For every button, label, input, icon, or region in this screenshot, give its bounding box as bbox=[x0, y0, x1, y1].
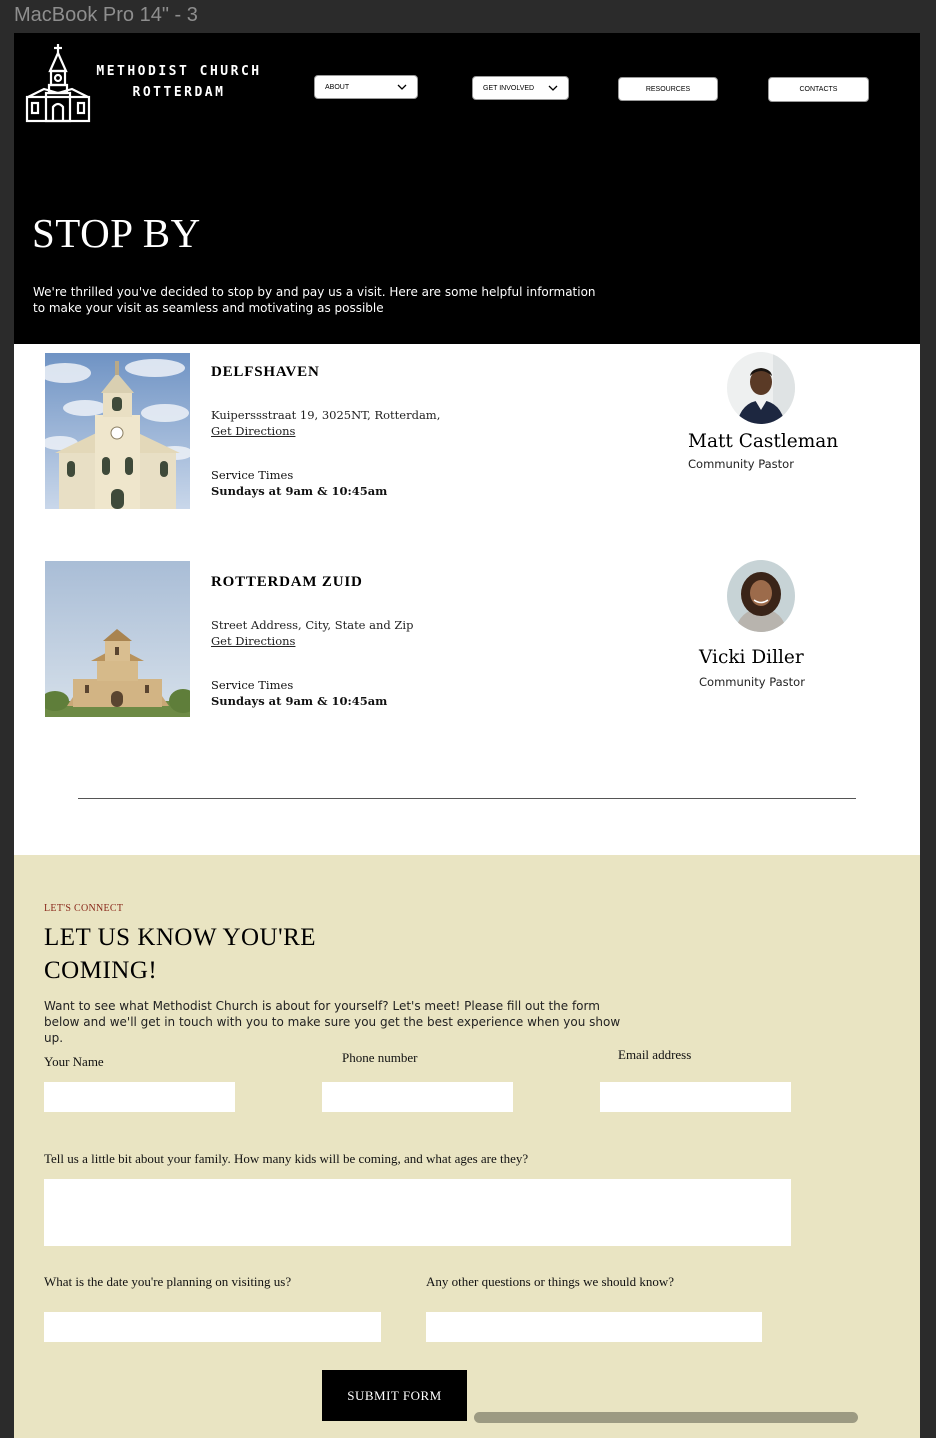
pastor-name: Matt Castleman bbox=[688, 431, 839, 452]
brand-line-1: METHODIST CHURCH bbox=[96, 64, 262, 79]
nav-about-label: ABOUT bbox=[325, 83, 350, 91]
section-description: Want to see what Methodist Church is abo… bbox=[44, 999, 621, 1045]
page-title: STOP BY bbox=[32, 210, 201, 256]
nav-get-involved-dropdown[interactable]: GET INVOLVED bbox=[472, 76, 569, 100]
chevron-down-icon bbox=[397, 84, 407, 90]
get-directions-link[interactable]: Get Directions bbox=[211, 423, 440, 439]
service-times-label: Service Times bbox=[211, 678, 294, 692]
pastor-avatar bbox=[727, 560, 795, 632]
name-input[interactable] bbox=[44, 1082, 235, 1112]
brand-name[interactable]: METHODIST CHURCH ROTTERDAM bbox=[94, 61, 264, 103]
phone-input[interactable] bbox=[322, 1082, 513, 1112]
nav-about-dropdown[interactable]: ABOUT bbox=[314, 75, 418, 99]
hero-section: METHODIST CHURCH ROTTERDAM ABOUT GET INV… bbox=[14, 33, 920, 344]
nav-resources-button[interactable]: RESOURCES bbox=[618, 77, 718, 101]
location-name: DELFSHAVEN bbox=[211, 364, 320, 380]
location-address: Street Address, City, State and Zip Get … bbox=[211, 617, 413, 649]
get-directions-link[interactable]: Get Directions bbox=[211, 633, 413, 649]
page-frame: METHODIST CHURCH ROTTERDAM ABOUT GET INV… bbox=[14, 33, 920, 1438]
service-times-value: Sundays at 9am & 10:45am bbox=[211, 694, 388, 708]
address-text: Street Address, City, State and Zip bbox=[211, 618, 414, 632]
service-times-label: Service Times bbox=[211, 468, 294, 482]
pastor-avatar bbox=[727, 352, 795, 424]
church-logo-icon[interactable] bbox=[24, 43, 92, 123]
family-label: Tell us a little bit about your family. … bbox=[44, 1151, 529, 1166]
brand-line-2: ROTTERDAM bbox=[132, 85, 226, 100]
rotterdam-zuid-church-photo bbox=[45, 561, 190, 717]
questions-label: Any other questions or things we should … bbox=[426, 1274, 675, 1289]
pastor-name: Vicki Diller bbox=[699, 647, 804, 668]
submit-form-button[interactable]: SUBMIT FORM bbox=[322, 1370, 467, 1421]
service-times: Service Times Sundays at 9am & 10:45am bbox=[211, 467, 387, 499]
connect-section: LET'S CONNECT LET US KNOW YOU'RE COMING!… bbox=[14, 855, 920, 1438]
service-times-value: Sundays at 9am & 10:45am bbox=[211, 484, 388, 498]
service-times: Service Times Sundays at 9am & 10:45am bbox=[211, 677, 387, 709]
address-text: Kuiperssstraat 19, 3025NT, Rotterdam, bbox=[211, 408, 441, 422]
hero-intro-text: We're thrilled you've decided to stop by… bbox=[33, 285, 596, 315]
nav-resources-label: RESOURCES bbox=[645, 85, 691, 93]
pastor-role: Community Pastor bbox=[688, 457, 794, 471]
phone-label: Phone number bbox=[342, 1050, 418, 1065]
nav-contacts-button[interactable]: CONTACTS bbox=[768, 77, 869, 102]
nav-get-involved-label: GET INVOLVED bbox=[483, 84, 535, 92]
pastor-role: Community Pastor bbox=[699, 675, 805, 689]
section-eyebrow: LET'S CONNECT bbox=[44, 903, 124, 914]
email-label: Email address bbox=[618, 1047, 692, 1062]
email-input[interactable] bbox=[600, 1082, 791, 1112]
section-title: LET US KNOW YOU'RE COMING! bbox=[44, 924, 317, 984]
location-name: ROTTERDAM ZUID bbox=[211, 574, 363, 590]
location-address: Kuiperssstraat 19, 3025NT, Rotterdam, Ge… bbox=[211, 407, 440, 439]
horizontal-scrollbar[interactable] bbox=[474, 1412, 858, 1423]
delfshaven-church-photo bbox=[45, 353, 190, 509]
frame-label: MacBook Pro 14" - 3 bbox=[14, 4, 198, 26]
visit-date-label: What is the date you're planning on visi… bbox=[44, 1274, 292, 1289]
nav-contacts-label: CONTACTS bbox=[799, 86, 838, 93]
section-divider bbox=[78, 798, 856, 799]
family-textarea[interactable] bbox=[44, 1179, 791, 1246]
questions-input[interactable] bbox=[426, 1312, 762, 1342]
visit-date-input[interactable] bbox=[44, 1312, 381, 1342]
name-label: Your Name bbox=[44, 1054, 104, 1069]
chevron-down-icon bbox=[548, 85, 558, 91]
